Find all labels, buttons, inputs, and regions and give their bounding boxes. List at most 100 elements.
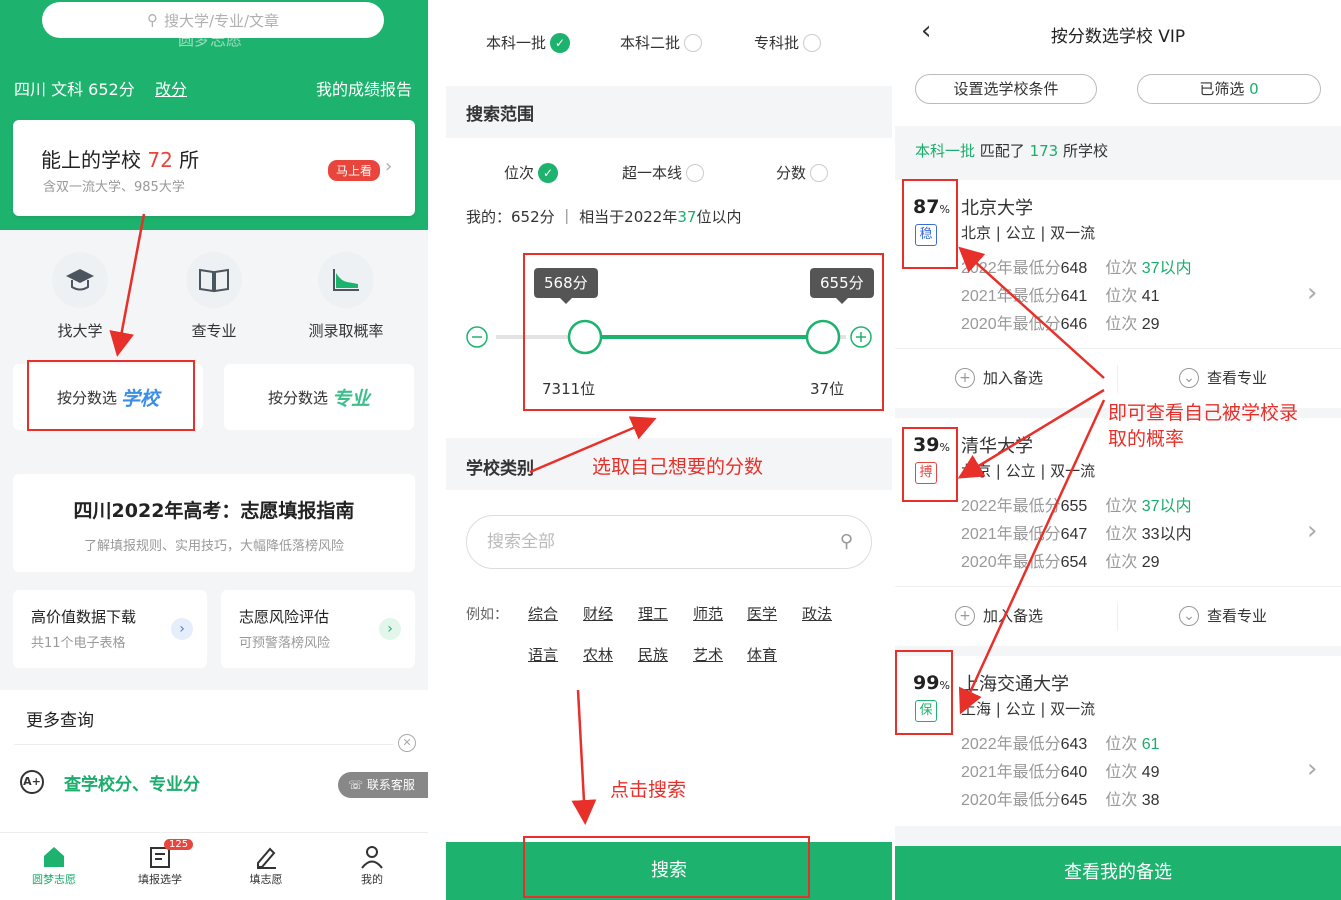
select-school-by-score-button[interactable]: 按分数选 学校 (13, 364, 203, 430)
find-university-button[interactable]: 找大学 (30, 252, 130, 341)
view-favorites-button[interactable]: 查看我的备选 (895, 846, 1341, 900)
admission-probability-button[interactable]: 测录取概率 (296, 252, 396, 341)
range-over-line-label: 超一本线 (622, 164, 683, 182)
range-option-rank[interactable]: 位次 ✓ (504, 162, 559, 183)
school-card[interactable]: 87% 稳 北京大学 北京 | 公立 | 双一流 2022年最低分648 位次 3… (895, 180, 1341, 348)
high-rank-label: 37位 (810, 380, 845, 398)
add-favorite-label: 加入备选 (983, 607, 1044, 625)
tag-language[interactable]: 语言 (528, 644, 558, 665)
low-handle[interactable] (567, 319, 603, 355)
tag-normal[interactable]: 师范 (693, 603, 723, 624)
school-type-search-input[interactable]: 搜索全部 ⚲ (466, 515, 872, 569)
results-header: ‹ 按分数选学校 VIP 设置选学校条件 已筛选 0 (895, 0, 1341, 126)
tab-fill-application[interactable]: 填志愿 (226, 843, 306, 887)
contact-service-button[interactable]: ☏ 联系客服 (338, 772, 428, 798)
view-major-label: 查看专业 (1207, 607, 1268, 625)
eligible-schools-card[interactable]: 能上的学校 72 所 含双一流大学、985大学 马上看 › (13, 120, 415, 216)
divider (1117, 603, 1118, 631)
view-major-button[interactable]: ⌄ 查看专业 (1179, 367, 1267, 388)
select-school-big: 学校 (121, 387, 160, 410)
school-name: 上海交通大学 (961, 674, 1069, 695)
chevron-right-icon: › (1307, 754, 1318, 784)
probability-value: 87 (913, 196, 940, 218)
annotation-view-probability-2: 取的概率 (1108, 428, 1185, 450)
add-favorite-button[interactable]: + 加入备选 (955, 605, 1043, 626)
high-score-tooltip: 655分 (810, 268, 874, 304)
eligible-count: 72 (147, 148, 173, 172)
school-card[interactable]: 99% 保 上海交通大学 上海 | 公立 | 双一流 2022年最低分643 位次… (895, 656, 1341, 826)
high-handle[interactable] (805, 319, 841, 355)
batch-option-second[interactable]: 本科二批 (620, 32, 703, 53)
search-major-button[interactable]: 查专业 (164, 252, 264, 341)
filtered-button[interactable]: 已筛选 0 (1137, 74, 1321, 104)
view-major-button[interactable]: ⌄ 查看专业 (1179, 605, 1267, 626)
more-queries-title: 更多查询 (26, 711, 94, 731)
range-option-over-line[interactable]: 超一本线 (622, 162, 705, 183)
score-filter-screen: 本科一批 ✓ 本科二批 专科批 搜索范围 位次 ✓ 超一本线 分数 我的：652… (446, 0, 892, 900)
probability-value: 39 (913, 434, 940, 456)
batch-option-first[interactable]: 本科一批 ✓ (486, 32, 571, 53)
tab-profile-label: 我的 (361, 873, 383, 886)
score-range-slider[interactable] (446, 310, 892, 364)
tab-profile[interactable]: 我的 (332, 843, 412, 887)
plus-icon: + (955, 605, 975, 626)
score-row: 2021年最低分647 位次 33以内 (961, 526, 1192, 543)
school-meta: 北京 | 公立 | 双一流 (961, 462, 1096, 480)
my-rank-suffix: 位以内 (696, 208, 742, 226)
chevron-right-icon: › (1307, 516, 1318, 546)
type-title: 学校类别 (466, 459, 534, 479)
select-major-by-score-button[interactable]: 按分数选 专业 (224, 364, 414, 430)
data-download-sub: 共11个电子表格 (31, 636, 126, 651)
tag-law[interactable]: 政法 (802, 603, 832, 624)
score-report-link[interactable]: 我的成绩报告 (316, 76, 412, 100)
match-summary: 本科一批 匹配了 173 所学校 (915, 140, 1108, 161)
tag-engineering[interactable]: 理工 (638, 603, 668, 624)
guide-title: 四川2022年高考：志愿填报指南 (73, 500, 355, 522)
tag-sports[interactable]: 体育 (747, 644, 777, 665)
batch-vocational-label: 专科批 (754, 34, 800, 52)
plus-icon: + (955, 367, 975, 388)
admission-probability: 99% (913, 672, 950, 694)
range-option-score[interactable]: 分数 (776, 162, 829, 183)
view-now-button[interactable]: 马上看 (328, 160, 381, 181)
admission-probability-label: 测录取概率 (308, 322, 384, 340)
low-rank-label: 7311位 (542, 380, 596, 398)
score-row: 2022年最低分655 位次 37以内 (961, 498, 1192, 515)
user-icon (332, 843, 412, 871)
score-line: 四川 文科 652分 (14, 80, 135, 99)
set-conditions-button[interactable]: 设置选学校条件 (915, 74, 1097, 104)
home-icon (14, 843, 94, 871)
tag-agriculture[interactable]: 农林 (583, 644, 613, 665)
search-button[interactable]: 搜索 (446, 842, 892, 900)
level-badge: 搏 (915, 462, 937, 484)
school-name: 北京大学 (961, 198, 1033, 219)
select-major-pre: 按分数选 (267, 388, 328, 407)
annotation-view-probability-1: 即可查看自己被学校录 (1108, 402, 1299, 424)
chevron-right-icon: › (379, 618, 401, 640)
chevron-down-icon: ⌄ (1179, 605, 1199, 626)
tab-choose-school-label: 填报选学 (138, 873, 182, 886)
close-icon[interactable]: ✕ (398, 734, 416, 752)
score-row: 2020年最低分645 位次 38 (961, 792, 1160, 809)
range-score-label: 分数 (776, 164, 807, 182)
check-icon: ✓ (550, 32, 571, 53)
eligible-subtitle: 含双一流大学、985大学 (43, 180, 185, 195)
tag-art[interactable]: 艺术 (693, 644, 723, 665)
view-major-label: 查看专业 (1207, 369, 1268, 387)
tag-ethnic[interactable]: 民族 (638, 644, 668, 665)
guide-subtitle: 了解填报规则、实用技巧，大幅降低落榜风险 (83, 539, 344, 554)
tab-fill-label: 填志愿 (249, 873, 283, 886)
risk-assessment-card[interactable]: 志愿风险评估 可预警落榜风险 › (221, 590, 415, 668)
add-favorite-button[interactable]: + 加入备选 (955, 367, 1043, 388)
school-major-score-link[interactable]: 查学校分、专业分 (64, 770, 200, 795)
data-download-card[interactable]: 高价值数据下载 共11个电子表格 › (13, 590, 207, 668)
tag-comprehensive[interactable]: 综合 (528, 603, 558, 624)
tab-home[interactable]: 圆梦志愿 (14, 843, 94, 887)
tag-finance[interactable]: 财经 (583, 603, 613, 624)
tag-medicine[interactable]: 医学 (747, 603, 777, 624)
batch-option-vocational[interactable]: 专科批 (754, 32, 822, 53)
change-score-link[interactable]: 改分 (155, 76, 187, 100)
tab-choose-school[interactable]: 填报选学 125 (120, 839, 200, 887)
bottom-tab-bar: 圆梦志愿 填报选学 125 填志愿 我的 (0, 832, 428, 900)
guide-card[interactable]: 四川2022年高考：志愿填报指南 了解填报规则、实用技巧，大幅降低落榜风险 (13, 474, 415, 572)
